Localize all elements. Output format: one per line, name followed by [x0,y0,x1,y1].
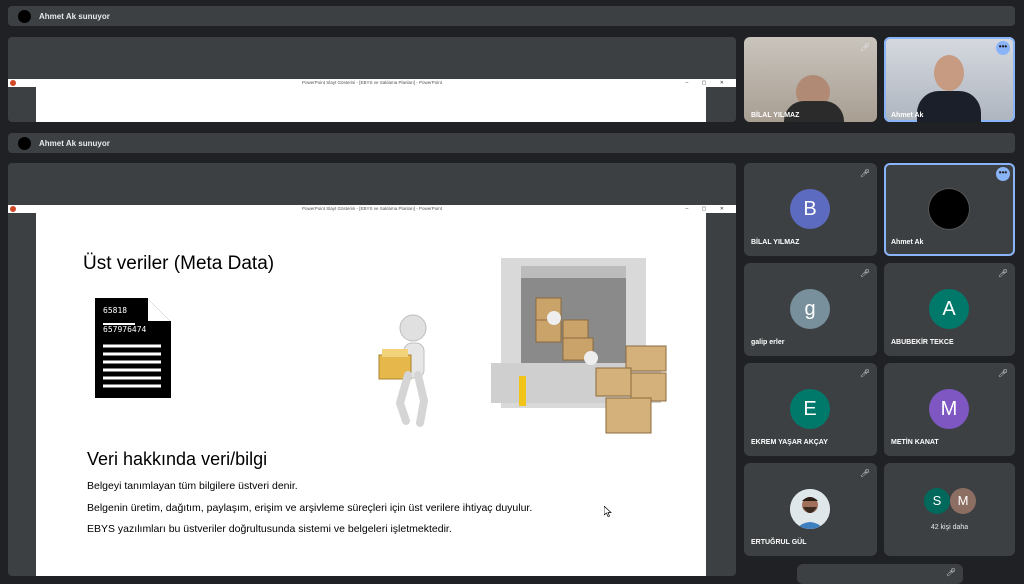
participant-body [917,91,981,122]
ppt-window-title: PowerPoint Slayt Gösterisi - [EBYS ve Sa… [301,206,443,211]
presentation-thumbnail-top[interactable]: PowerPoint Slayt Gösterisi - [EBYS ve Sa… [8,37,736,122]
participant-name: ERTUĞRUL GÜL [751,539,807,546]
participant-tile[interactable]: 🎤︎ g galip erler [744,263,877,356]
mouse-cursor-icon [604,506,612,517]
participant-avatar: A [929,289,969,329]
warehouse-illustration [491,258,667,434]
others-avatar-2: M [950,488,976,514]
more-options-icon[interactable]: ••• [996,41,1010,55]
mic-off-icon: 🎤︎ [998,369,1009,378]
participant-name: Ahmet Ak [891,112,924,119]
mic-off-icon: 🎤︎ [860,169,871,178]
mic-off-icon: 🎤︎ [860,469,871,478]
powerpoint-icon [10,80,16,86]
presenter-label: Ahmet Ak sunuyor [39,138,110,148]
window-controls[interactable]: – ▢ ✕ [686,205,730,213]
presenter-avatar [18,136,31,150]
participant-name: BİLAL YILMAZ [751,112,800,119]
participant-tile[interactable]: 🎤︎ A ABUBEKİR TEKCE [884,263,1015,356]
participant-name: ABUBEKİR TEKCE [891,339,954,346]
ppt-window-titlebar: PowerPoint Slayt Gösterisi - [EBYS ve Sa… [8,205,736,213]
presenter-bar: Ahmet Ak sunuyor [8,133,1015,153]
participant-avatar: M [929,389,969,429]
mic-off-icon: 🎤︎ [946,568,957,577]
slide-preview-top [36,87,706,122]
slide-heading: Üst veriler (Meta Data) [83,253,275,274]
participant-name: BİLAL YILMAZ [751,239,800,246]
slide-subheading: Veri hakkında veri/bilgi [87,449,268,469]
video-tile-bilal[interactable]: 🎤︎ BİLAL YILMAZ [744,37,877,122]
doc-number-1: 65818 [103,306,128,315]
person-photo-icon [790,489,830,529]
participant-avatar: E [790,389,830,429]
ppt-window-title: PowerPoint Slayt Gösterisi - [EBYS ve Sa… [301,80,443,85]
participant-avatar: B [790,189,830,229]
more-options-icon[interactable]: ••• [996,167,1010,181]
presenter-bar-top: Ahmet Ak sunuyor [8,6,1015,26]
others-count-label: 42 kişi daha [930,524,969,531]
participant-name: EKREM YAŞAR AKÇAY [751,439,828,446]
ppt-window-titlebar: PowerPoint Slayt Gösterisi - [EBYS ve Sa… [8,79,736,87]
figure-carrying-box-illustration [378,314,429,427]
participant-tile[interactable]: 🎤︎ ERTUĞRUL GÜL [744,463,877,556]
slide-line-2: Belgenin üretim, dağıtım, paylaşım, eriş… [87,502,533,514]
mic-off-icon: 🎤︎ [998,269,1009,278]
participant-name: Ahmet Ak [891,239,924,246]
participant-photo-avatar [790,489,830,529]
participant-face [934,55,964,91]
slide-line-1: Belgeyi tanımlayan tüm bilgilere üstveri… [87,480,298,492]
powerpoint-icon [10,206,16,212]
participant-avatar [929,189,969,229]
slide: Üst veriler (Meta Data) 65818 657976474 [36,213,706,576]
slide-line-3: EBYS yazılımları bu üstveriler doğrultus… [87,523,452,535]
mic-off-icon: 🎤︎ [860,43,871,52]
participant-name: galip erler [751,339,785,346]
doc-number-2: 657976474 [103,325,147,334]
presenter-avatar [18,9,31,23]
participant-name: METİN KANAT [891,439,939,446]
mic-off-icon: 🎤︎ [860,369,871,378]
others-tile[interactable]: S M 42 kişi daha [884,463,1015,556]
participant-tile[interactable]: 🎤︎ M METİN KANAT [884,363,1015,456]
window-controls[interactable]: – ▢ ✕ [686,79,730,87]
presenter-label: Ahmet Ak sunuyor [39,11,110,21]
participant-tile-active[interactable]: ••• Ahmet Ak [884,163,1015,256]
participant-avatar: g [790,289,830,329]
video-tile-ahmet[interactable]: ••• Ahmet Ak [884,37,1015,122]
participant-tile[interactable]: 🎤︎ E EKREM YAŞAR AKÇAY [744,363,877,456]
participant-tile[interactable]: 🎤︎ B BİLAL YILMAZ [744,163,877,256]
others-avatar-1: S [924,488,950,514]
mic-off-icon: 🎤︎ [860,269,871,278]
participant-tile-partial[interactable]: 🎤︎ [797,564,963,584]
presentation-main[interactable]: PowerPoint Slayt Gösterisi - [EBYS ve Sa… [8,163,736,576]
